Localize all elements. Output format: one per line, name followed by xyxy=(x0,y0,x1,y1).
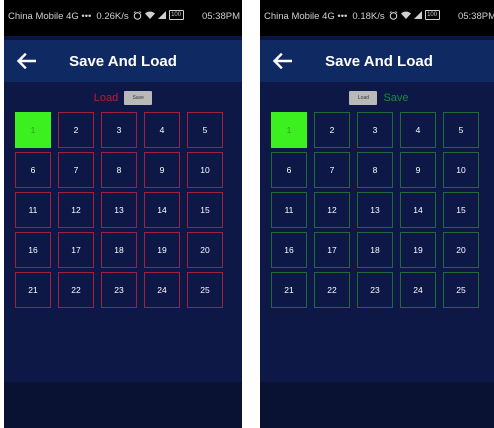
phone-screen-load: China Mobile 4G ••• 0.26K/s 100 05:38PM … xyxy=(4,0,242,428)
save-slot-6[interactable]: 6 xyxy=(271,152,307,188)
save-slot-18[interactable]: 18 xyxy=(357,232,393,268)
save-slot-25[interactable]: 25 xyxy=(443,272,479,308)
save-slot-10[interactable]: 10 xyxy=(443,152,479,188)
alarm-icon xyxy=(389,10,397,20)
back-arrow-icon[interactable] xyxy=(262,40,302,82)
save-slot-19[interactable]: 19 xyxy=(400,232,436,268)
save-slot-25[interactable]: 25 xyxy=(187,272,223,308)
save-slot-10[interactable]: 10 xyxy=(187,152,223,188)
save-slot-2[interactable]: 2 xyxy=(314,112,350,148)
save-slot-4[interactable]: 4 xyxy=(144,112,180,148)
slot-grid: 1 2 3 4 5 6 7 8 9 10 11 12 13 14 15 16 17 18 19 20 21 22 23 24 2… xyxy=(271,112,479,308)
save-slot-7[interactable]: 7 xyxy=(58,152,94,188)
clock: 05:38PM xyxy=(457,11,494,22)
save-slot-9[interactable]: 9 xyxy=(144,152,180,188)
save-slot-2[interactable]: 2 xyxy=(58,112,94,148)
network-speed: 0.26K/s xyxy=(96,11,129,22)
slot-panel: Load Save 1 2 3 4 5 6 7 8 9 10 11 12 13 14 15 16 17 18 19 2… xyxy=(260,82,494,428)
switch-to-load-button[interactable]: Load xyxy=(349,91,378,105)
save-slot-11[interactable]: 11 xyxy=(271,192,307,228)
wifi-icon xyxy=(400,11,411,19)
save-slot-20[interactable]: 20 xyxy=(187,232,223,268)
save-slot-23[interactable]: 23 xyxy=(101,272,137,308)
save-slot-12[interactable]: 12 xyxy=(58,192,94,228)
carrier-label: China Mobile 4G ••• xyxy=(264,11,348,22)
mode-bar: Load Save xyxy=(260,89,494,107)
save-slot-1[interactable]: 1 xyxy=(15,112,51,148)
save-slot-23[interactable]: 23 xyxy=(357,272,393,308)
save-slot-8[interactable]: 8 xyxy=(101,152,137,188)
save-slot-13[interactable]: 13 xyxy=(101,192,137,228)
status-icons: 100 xyxy=(389,10,440,20)
save-slot-11[interactable]: 11 xyxy=(15,192,51,228)
back-arrow-icon[interactable] xyxy=(6,40,46,82)
mode-bar: Load Save xyxy=(4,89,242,107)
save-slot-16[interactable]: 16 xyxy=(271,232,307,268)
mode-label: Load xyxy=(93,92,119,104)
save-slot-19[interactable]: 19 xyxy=(144,232,180,268)
slot-panel: Load Save 1 2 3 4 5 6 7 8 9 10 11 12 13 14 15 16 17 18 19 2… xyxy=(4,82,242,428)
save-slot-12[interactable]: 12 xyxy=(314,192,350,228)
slot-grid: 1 2 3 4 5 6 7 8 9 10 11 12 13 14 15 16 17 18 19 20 21 22 23 24 2… xyxy=(15,112,223,308)
save-slot-13[interactable]: 13 xyxy=(357,192,393,228)
app-bar: Save And Load xyxy=(4,40,242,82)
save-slot-24[interactable]: 24 xyxy=(144,272,180,308)
switch-to-save-button[interactable]: Save xyxy=(124,91,153,105)
signal-icon xyxy=(413,11,422,19)
save-slot-16[interactable]: 16 xyxy=(15,232,51,268)
app-bar: Save And Load xyxy=(260,40,494,82)
bottom-area xyxy=(4,382,242,428)
save-slot-15[interactable]: 15 xyxy=(187,192,223,228)
status-bar: China Mobile 4G ••• 0.26K/s 100 05:38PM xyxy=(4,0,242,36)
save-slot-9[interactable]: 9 xyxy=(400,152,436,188)
save-slot-5[interactable]: 5 xyxy=(187,112,223,148)
save-slot-17[interactable]: 17 xyxy=(314,232,350,268)
save-slot-3[interactable]: 3 xyxy=(101,112,137,148)
save-slot-8[interactable]: 8 xyxy=(357,152,393,188)
network-speed: 0.18K/s xyxy=(352,11,385,22)
clock: 05:38PM xyxy=(201,11,240,22)
save-slot-1[interactable]: 1 xyxy=(271,112,307,148)
mode-label: Save xyxy=(383,92,409,104)
alarm-icon xyxy=(133,10,141,20)
signal-icon xyxy=(157,11,166,19)
save-slot-24[interactable]: 24 xyxy=(400,272,436,308)
save-slot-14[interactable]: 14 xyxy=(400,192,436,228)
save-slot-6[interactable]: 6 xyxy=(15,152,51,188)
bottom-area xyxy=(260,382,494,428)
wifi-icon xyxy=(144,11,155,19)
save-slot-21[interactable]: 21 xyxy=(15,272,51,308)
status-bar: China Mobile 4G ••• 0.18K/s 100 05:38PM xyxy=(260,0,494,36)
save-slot-5[interactable]: 5 xyxy=(443,112,479,148)
battery-icon: 100 xyxy=(168,10,184,20)
save-slot-21[interactable]: 21 xyxy=(271,272,307,308)
battery-icon: 100 xyxy=(424,10,440,20)
save-slot-7[interactable]: 7 xyxy=(314,152,350,188)
save-slot-14[interactable]: 14 xyxy=(144,192,180,228)
save-slot-18[interactable]: 18 xyxy=(101,232,137,268)
save-slot-22[interactable]: 22 xyxy=(58,272,94,308)
save-slot-17[interactable]: 17 xyxy=(58,232,94,268)
status-icons: 100 xyxy=(133,10,184,20)
save-slot-4[interactable]: 4 xyxy=(400,112,436,148)
save-slot-3[interactable]: 3 xyxy=(357,112,393,148)
carrier-label: China Mobile 4G ••• xyxy=(8,11,92,22)
save-slot-15[interactable]: 15 xyxy=(443,192,479,228)
phone-screen-save: China Mobile 4G ••• 0.18K/s 100 05:38PM … xyxy=(260,0,494,428)
save-slot-22[interactable]: 22 xyxy=(314,272,350,308)
save-slot-20[interactable]: 20 xyxy=(443,232,479,268)
